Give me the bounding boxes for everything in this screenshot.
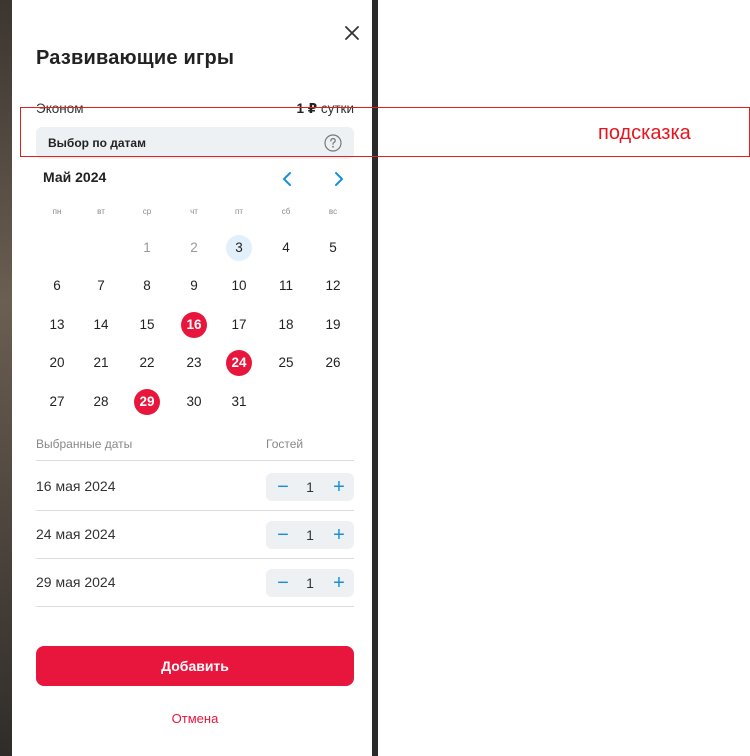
divider [36, 558, 354, 559]
guests-stepper[interactable]: −1 + [266, 521, 354, 549]
tariff-name: Эконом [36, 101, 84, 116]
calendar-day[interactable]: 2 [181, 235, 207, 261]
calendar-day[interactable]: 25 [273, 350, 299, 376]
decrement-button[interactable]: − [272, 572, 294, 594]
cancel-link[interactable]: Отмена [36, 711, 354, 726]
annotation-label: подсказка [598, 122, 691, 144]
calendar-day[interactable]: 29 [134, 389, 160, 415]
weekday-label: вт [97, 207, 105, 216]
divider [36, 510, 354, 511]
help-icon[interactable] [323, 133, 343, 153]
weekday-label: сб [281, 207, 291, 216]
calendar-day[interactable]: 7 [88, 273, 114, 299]
guests-count: 1 [306, 479, 314, 495]
modal-title: Развивающие игры [36, 47, 235, 69]
weekday-label: пт [235, 207, 243, 216]
calendar-day[interactable]: 10 [226, 273, 252, 299]
prev-month-button[interactable] [279, 169, 297, 189]
calendar-day[interactable]: 31 [226, 389, 252, 415]
calendar-day[interactable]: 22 [134, 350, 160, 376]
calendar-month-header: Май 2024 [31, 169, 353, 189]
add-button[interactable]: Добавить [36, 646, 354, 686]
page-backdrop-right [372, 0, 378, 756]
calendar-day[interactable]: 17 [226, 312, 252, 338]
tariff-row: Эконом 1 ₽ сутки [36, 101, 354, 119]
chevron-right-icon [335, 172, 343, 186]
selected-date-label: 24 мая 2024 [36, 526, 116, 542]
calendar-day[interactable]: 30 [181, 389, 207, 415]
calendar-day[interactable]: 8 [134, 273, 160, 299]
date-mode-selector[interactable]: Выбор по датам [36, 127, 354, 159]
calendar-day[interactable]: 6 [44, 273, 70, 299]
booking-modal: Развивающие игры Эконом 1 ₽ сутки Выбор … [12, 10, 372, 756]
next-month-button[interactable] [329, 169, 347, 189]
calendar-day[interactable]: 23 [181, 350, 207, 376]
close-button[interactable] [342, 23, 362, 43]
increment-button[interactable]: + [328, 572, 350, 594]
calendar-day[interactable]: 9 [181, 273, 207, 299]
calendar-day[interactable]: 11 [273, 273, 299, 299]
selected-date-label: 16 мая 2024 [36, 478, 116, 494]
calendar-day[interactable]: 15 [134, 312, 160, 338]
calendar-day[interactable]: 24 [226, 350, 252, 376]
date-mode-label: Выбор по датам [48, 136, 146, 150]
close-icon [345, 26, 359, 40]
weekday-label: ср [142, 207, 152, 216]
weekday-label: чт [190, 207, 198, 216]
calendar-day[interactable]: 12 [320, 273, 346, 299]
chevron-left-icon [283, 172, 291, 186]
calendar-day[interactable]: 3 [226, 235, 252, 261]
tariff-price: 1 ₽ сутки [296, 101, 354, 117]
guests-stepper[interactable]: −1 + [266, 473, 354, 501]
calendar-day[interactable]: 18 [273, 312, 299, 338]
increment-button[interactable]: + [328, 476, 350, 498]
selected-date-label: 29 мая 2024 [36, 574, 116, 590]
decrement-button[interactable]: − [272, 476, 294, 498]
month-title: Май 2024 [43, 169, 107, 185]
price-value: 1 ₽ [296, 101, 318, 116]
calendar-day[interactable]: 21 [88, 350, 114, 376]
page-backdrop-left [0, 0, 12, 756]
calendar-day[interactable]: 13 [44, 312, 70, 338]
calendar-day[interactable]: 5 [320, 235, 346, 261]
calendar-day[interactable]: 27 [44, 389, 70, 415]
divider [36, 606, 354, 607]
calendar-day[interactable]: 14 [88, 312, 114, 338]
calendar-day[interactable]: 1 [134, 235, 160, 261]
price-unit: сутки [320, 101, 354, 116]
calendar-day[interactable]: 20 [44, 350, 70, 376]
calendar-day[interactable]: 28 [88, 389, 114, 415]
increment-button[interactable]: + [328, 524, 350, 546]
calendar-day[interactable]: 4 [273, 235, 299, 261]
calendar-day[interactable]: 16 [181, 312, 207, 338]
weekday-label: пн [52, 207, 62, 216]
guests-count: 1 [306, 575, 314, 591]
guests-stepper[interactable]: −1 + [266, 569, 354, 597]
weekday-label: вс [328, 207, 338, 216]
selected-dates-header: Выбранные даты [36, 437, 133, 451]
calendar-day[interactable]: 19 [320, 312, 346, 338]
calendar-day[interactable]: 26 [320, 350, 346, 376]
divider [36, 460, 354, 461]
guests-count: 1 [306, 527, 314, 543]
guests-header: Гостей [266, 437, 304, 451]
decrement-button[interactable]: − [272, 524, 294, 546]
